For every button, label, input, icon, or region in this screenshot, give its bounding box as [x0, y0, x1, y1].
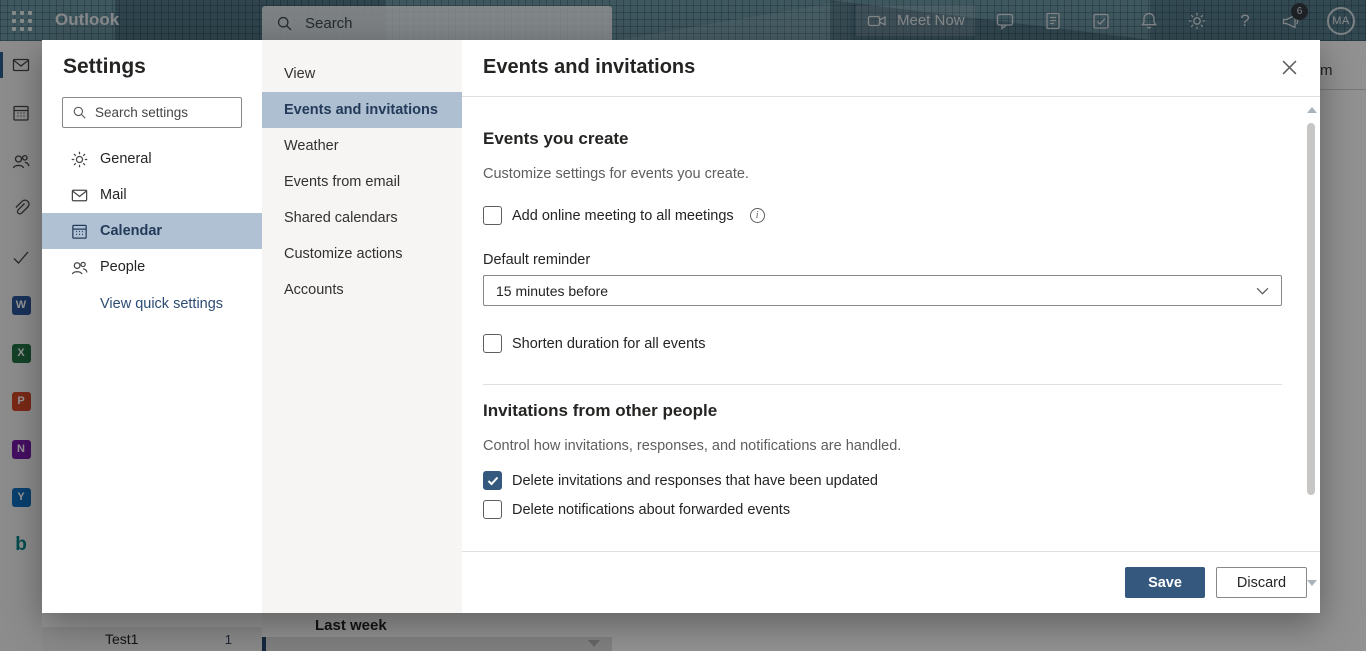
sidebar-item-calendar[interactable]: Calendar — [42, 213, 262, 249]
sidebar-item-mail[interactable]: Mail — [42, 177, 262, 213]
discard-button[interactable]: Discard — [1216, 567, 1307, 598]
checkbox-add-online-meeting[interactable]: Add online meeting to all meetings i — [483, 206, 1282, 225]
dropdown-value: 15 minutes before — [496, 283, 608, 299]
dialog-footer: Save Discard — [462, 551, 1320, 613]
nav-item-weather[interactable]: Weather — [262, 128, 462, 164]
checkbox-label: Delete invitations and responses that ha… — [512, 473, 878, 489]
default-reminder-label: Default reminder — [483, 252, 1282, 268]
content-header: Events and invitations — [462, 40, 1320, 97]
scroll-up-arrow[interactable] — [1307, 107, 1317, 113]
settings-dialog: Settings General Mail Calendar — [42, 40, 1320, 613]
sidebar-item-people[interactable]: People — [42, 249, 262, 285]
people-icon — [70, 258, 89, 277]
page-title: Events and invitations — [483, 56, 695, 79]
settings-nav-panel: View Events and invitations Weather Even… — [262, 40, 462, 613]
nav-item-customize-actions[interactable]: Customize actions — [262, 236, 462, 272]
search-icon — [72, 105, 87, 120]
checkbox-delete-forwarded[interactable]: Delete notifications about forwarded eve… — [483, 500, 1282, 519]
checkbox-label: Shorten duration for all events — [512, 336, 705, 352]
sidebar-item-label: General — [100, 151, 152, 167]
sidebar-item-label: People — [100, 259, 145, 275]
settings-title: Settings — [63, 55, 146, 79]
section-divider — [483, 384, 1282, 385]
info-icon[interactable]: i — [750, 208, 765, 223]
checkbox[interactable] — [483, 334, 502, 353]
section-heading-events-you-create: Events you create — [483, 129, 1282, 149]
scrollbar — [1305, 100, 1317, 590]
section-description: Control how invitations, responses, and … — [483, 438, 1282, 454]
sidebar-item-label: Mail — [100, 187, 127, 203]
sidebar-item-label: Calendar — [100, 223, 162, 239]
scroll-down-arrow[interactable] — [1307, 580, 1317, 586]
nav-item-events-from-email[interactable]: Events from email — [262, 164, 462, 200]
sidebar-item-general[interactable]: General — [42, 141, 262, 177]
section-heading-invitations: Invitations from other people — [483, 401, 1282, 421]
outlook-app: Outlook Meet Now ? 6 MA — [0, 0, 1366, 651]
mail-icon — [70, 186, 89, 205]
nav-item-view[interactable]: View — [262, 56, 462, 92]
checkbox-label: Add online meeting to all meetings — [512, 208, 734, 224]
checkbox-label: Delete notifications about forwarded eve… — [512, 502, 790, 518]
checkbox-shorten-duration[interactable]: Shorten duration for all events — [483, 334, 1282, 353]
gear-icon — [70, 150, 89, 169]
section-description: Customize settings for events you create… — [483, 166, 1282, 182]
close-icon[interactable] — [1280, 58, 1298, 76]
settings-search-input[interactable] — [95, 105, 225, 120]
nav-item-events-and-invitations[interactable]: Events and invitations — [262, 92, 462, 128]
calendar-icon — [70, 222, 89, 241]
settings-category-list: General Mail Calendar People — [42, 141, 262, 285]
checkbox[interactable] — [483, 500, 502, 519]
settings-content: Events and invitations Events you create… — [462, 40, 1320, 613]
settings-search-box[interactable] — [62, 97, 242, 128]
nav-item-shared-calendars[interactable]: Shared calendars — [262, 200, 462, 236]
content-scroll-area: Events you create Customize settings for… — [462, 97, 1320, 551]
view-quick-settings-link[interactable]: View quick settings — [100, 296, 223, 312]
nav-item-accounts[interactable]: Accounts — [262, 272, 462, 308]
save-button[interactable]: Save — [1125, 567, 1205, 598]
checkbox-checked[interactable] — [483, 471, 502, 490]
chevron-down-icon — [1256, 287, 1269, 295]
scrollbar-thumb[interactable] — [1307, 123, 1315, 495]
settings-sidebar: Settings General Mail Calendar — [42, 40, 262, 613]
checkmark-icon — [487, 476, 499, 486]
checkbox[interactable] — [483, 206, 502, 225]
checkbox-delete-updated[interactable]: Delete invitations and responses that ha… — [483, 471, 1282, 490]
default-reminder-dropdown[interactable]: 15 minutes before — [483, 275, 1282, 306]
